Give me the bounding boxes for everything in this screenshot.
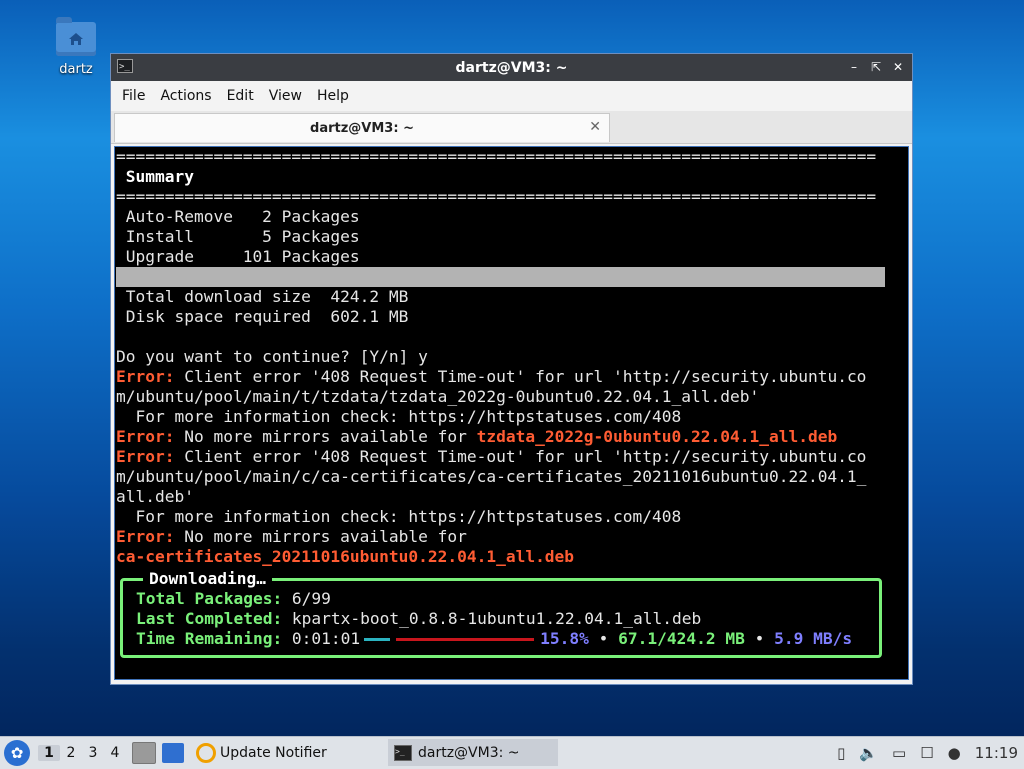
total-packages-row: Total Packages: 6/99 (136, 589, 331, 608)
last-completed-row: Last Completed: kpartx-boot_0.8.8-1ubunt… (136, 609, 702, 628)
monitor-icon[interactable]: ▭ (892, 744, 906, 762)
show-desktop-icon[interactable] (162, 743, 184, 763)
download-title: Downloading… (143, 569, 272, 589)
clipboard-icon[interactable]: ☐ (920, 744, 933, 762)
menu-view[interactable]: View (262, 88, 309, 104)
menu-edit[interactable]: Edit (220, 88, 261, 104)
tab-close-icon[interactable]: ✕ (589, 119, 601, 135)
system-tray: ▯ 🔈 ▭ ☐ ● 11:19 (837, 737, 1024, 769)
desktop-icon-label: dartz (59, 62, 93, 77)
menu-file[interactable]: File (115, 88, 152, 104)
error-line: Error: Client error '408 Request Time-ou… (116, 447, 867, 466)
error-package: ca-certificates_20211016ubuntu0.22.04.1_… (116, 547, 575, 566)
summary-heading: Summary (125, 167, 194, 186)
tab-label: dartz@VM3: ~ (310, 120, 414, 136)
taskbar: ✿ 1 2 3 4 Update Notifier >_ dartz@VM3: … (0, 736, 1024, 769)
prompt-line: Do you want to continue? [Y/n] y (116, 347, 428, 366)
tab-bar: dartz@VM3: ~ ✕ (111, 111, 912, 144)
progress-bar-remaining (396, 638, 535, 641)
time-remaining-row: Time Remaining: 0:01:01 15.8% • 67.1/424.… (136, 629, 853, 648)
start-menu-icon[interactable]: ✿ (4, 740, 30, 766)
workspace-1[interactable]: 1 (38, 745, 60, 761)
terminal-window: >_ dartz@VM3: ~ – ⇱ ✕ File Actions Edit … (110, 53, 913, 685)
update-notifier-task[interactable]: Update Notifier (196, 743, 327, 763)
update-notifier-icon (196, 743, 216, 763)
workspace-3[interactable]: 3 (82, 745, 104, 761)
update-notifier-label: Update Notifier (220, 745, 327, 761)
terminal-app-icon[interactable]: >_ (117, 59, 133, 73)
menu-bar: File Actions Edit View Help (111, 81, 912, 111)
error-line: Error: Client error '408 Request Time-ou… (116, 367, 867, 386)
error-line-cont: m/ubuntu/pool/main/t/tzdata/tzdata_2022g… (116, 387, 760, 406)
error-line-cont: m/ubuntu/pool/main/c/ca-certificates/ca-… (116, 467, 867, 486)
file-manager-icon[interactable] (132, 742, 156, 764)
size-row: Disk space required 602.1 MB (116, 307, 409, 326)
summary-row: Auto-Remove 2 Packages (116, 207, 360, 226)
size-row: Total download size 424.2 MB (116, 287, 409, 306)
tab-terminal[interactable]: dartz@VM3: ~ ✕ (114, 113, 610, 142)
highlight-band (116, 267, 885, 287)
summary-row: Install 5 Packages (116, 227, 360, 246)
summary-row: Upgrade 101 Packages (116, 247, 360, 266)
workspace-4[interactable]: 4 (104, 745, 126, 761)
error-line-cont: all.deb' (116, 487, 194, 506)
workspace-2[interactable]: 2 (60, 745, 82, 761)
task-terminal[interactable]: >_ dartz@VM3: ~ (388, 739, 558, 766)
network-icon[interactable]: ▯ (837, 744, 845, 762)
info-line: For more information check: https://http… (116, 507, 682, 526)
menu-help[interactable]: Help (310, 88, 356, 104)
title-bar[interactable]: >_ dartz@VM3: ~ – ⇱ ✕ (111, 54, 912, 81)
clock[interactable]: 11:19 (975, 744, 1018, 762)
home-icon (69, 33, 83, 45)
maximize-icon[interactable]: ⇱ (868, 58, 884, 76)
download-speed: 5.9 MB/s (774, 629, 853, 648)
progress-bar-filled (364, 638, 391, 641)
info-line: For more information check: https://http… (116, 407, 682, 426)
separator-line: ========================================… (116, 147, 877, 166)
error-line: Error: No more mirrors available for tzd… (116, 427, 838, 446)
task-terminal-label: dartz@VM3: ~ (418, 744, 520, 761)
desktop-home-folder[interactable]: dartz (50, 17, 102, 77)
separator-line: ========================================… (116, 187, 877, 206)
terminal-task-icon: >_ (394, 744, 412, 761)
minimize-icon[interactable]: – (846, 58, 862, 76)
menu-actions[interactable]: Actions (153, 88, 218, 104)
notification-icon[interactable]: ● (948, 744, 961, 762)
window-title: dartz@VM3: ~ (455, 59, 568, 76)
download-progress-box: Downloading… Total Packages: 6/99 Last C… (120, 569, 882, 658)
folder-icon (56, 17, 96, 56)
volume-icon[interactable]: 🔈 (859, 744, 878, 762)
error-line: Error: No more mirrors available for (116, 527, 467, 546)
close-icon[interactable]: ✕ (890, 58, 906, 76)
download-size: 67.1/424.2 MB (618, 629, 745, 648)
progress-percent: 15.8% (540, 629, 589, 648)
terminal-output[interactable]: ========================================… (114, 146, 909, 680)
